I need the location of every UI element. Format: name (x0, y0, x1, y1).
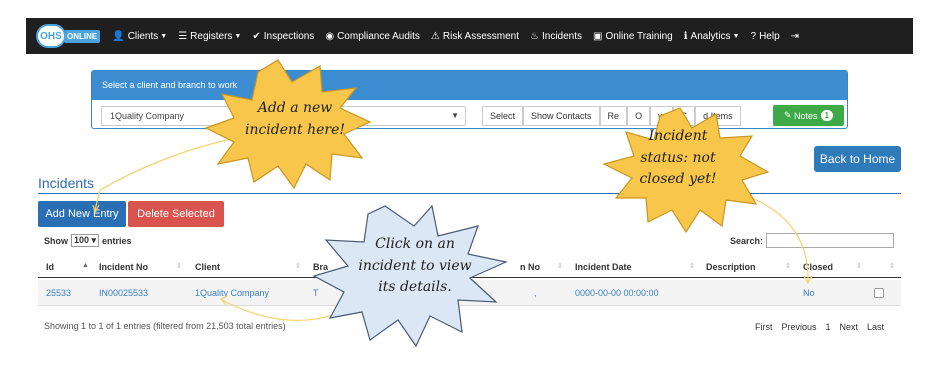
annotation-layer (92, 59, 813, 348)
arrow-to-client-cell (221, 299, 346, 322)
add-incident-callout-text: Add a new incident here! (244, 100, 346, 138)
arrow-head (220, 295, 229, 306)
arrow-to-closed-column (744, 194, 809, 283)
status-callout-text: Incident status: not closed yet! (639, 128, 717, 188)
arrow-to-add-button (94, 134, 251, 211)
click-incident-callout-text: Click on an incident to view its details… (358, 236, 472, 296)
